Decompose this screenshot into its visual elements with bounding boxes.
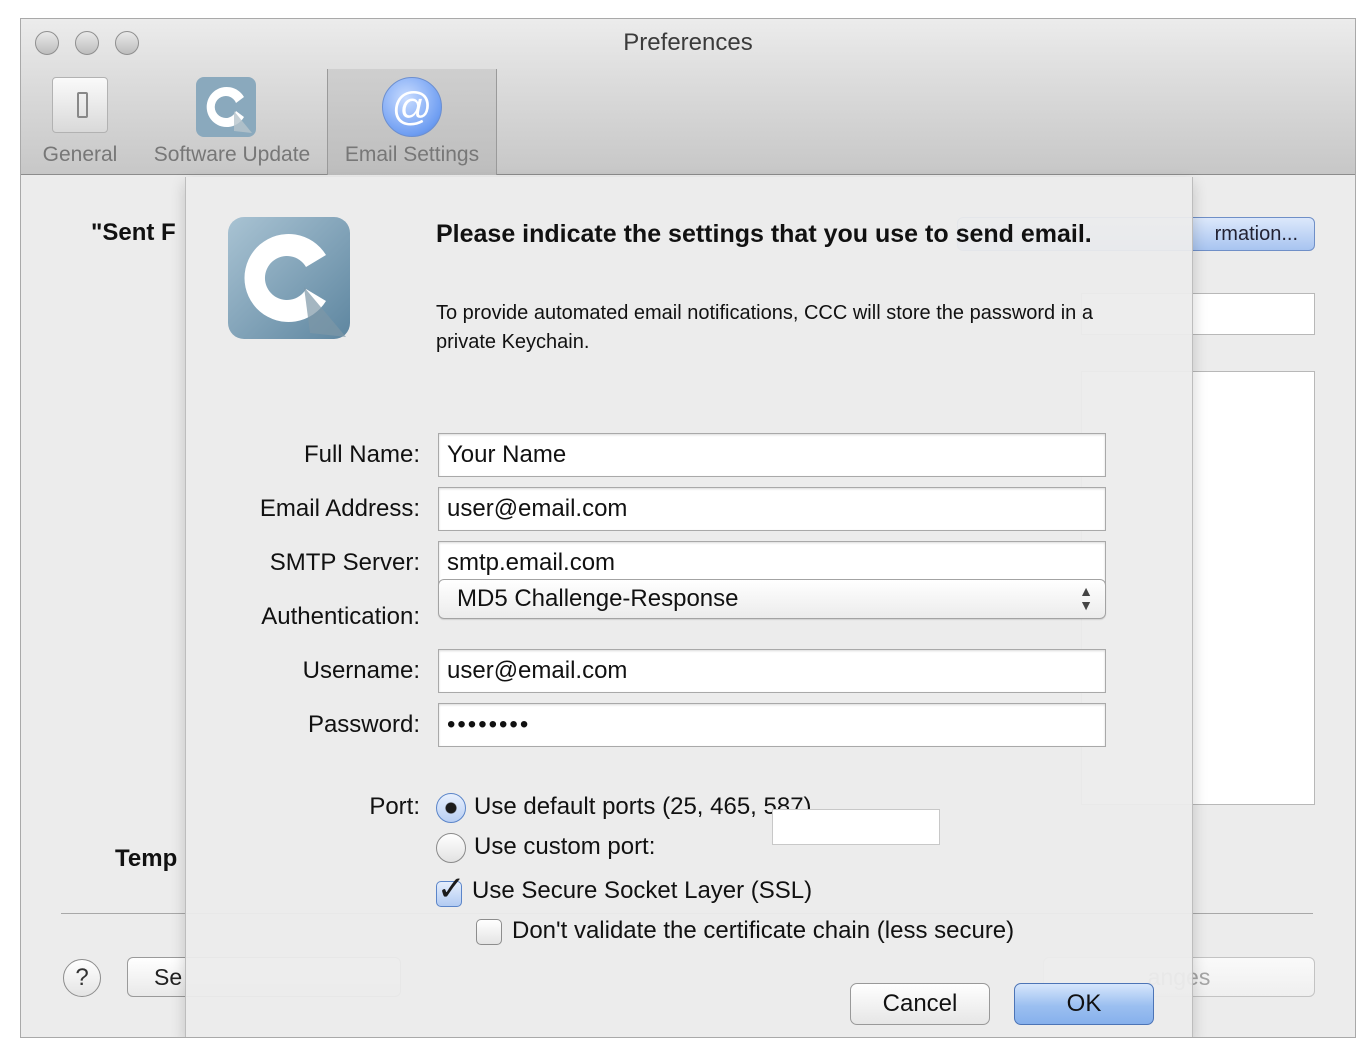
use-ssl-checkbox[interactable]: ✓ — [436, 872, 466, 907]
port-label: Port: — [369, 793, 420, 820]
password-label: Password: — [307, 711, 420, 738]
toolbar-item-software-update[interactable]: Software Update — [139, 69, 325, 175]
window-title: Preferences — [623, 29, 753, 56]
custom-port-label: Use custom port: — [474, 833, 656, 860]
toolbar-item-label: Software Update — [153, 143, 311, 166]
sheet-heading: Please indicate the settings that you us… — [436, 220, 1092, 248]
carbon-copy-cloner-icon — [228, 217, 350, 339]
cancel-button[interactable]: Cancel — [850, 983, 990, 1025]
ok-button[interactable]: OK — [1014, 983, 1154, 1025]
password-field[interactable] — [438, 703, 1106, 747]
title-bar: Preferences General Software Update @ Em… — [21, 19, 1355, 175]
use-ssl-label: Use Secure Socket Layer (SSL) — [472, 877, 813, 904]
sent-from-label: "Sent F — [91, 219, 176, 246]
no-validate-certificate-checkbox[interactable] — [476, 919, 502, 945]
preferences-window: Preferences General Software Update @ Em… — [20, 18, 1356, 1038]
full-name-field[interactable] — [438, 433, 1106, 477]
email-address-label: Email Address: — [259, 495, 420, 522]
switch-icon — [52, 77, 108, 133]
at-sign-icon: @ — [382, 77, 442, 137]
default-ports-label: Use default ports (25, 465, 587) — [474, 793, 812, 820]
toolbar-item-email-settings[interactable]: @ Email Settings — [327, 69, 497, 175]
template-values-label: Temp — [115, 845, 178, 872]
help-button[interactable]: ? — [63, 959, 101, 997]
no-validate-certificate-label: Don't validate the certificate chain (le… — [512, 917, 1015, 944]
authentication-value: MD5 Challenge-Response — [457, 585, 739, 612]
authentication-select[interactable]: MD5 Challenge-Response ▲ ▼ — [438, 579, 1106, 619]
username-label: Username: — [302, 657, 420, 684]
email-settings-sheet: Please indicate the settings that you us… — [185, 177, 1193, 1037]
toolbar-item-label: Email Settings — [344, 143, 480, 166]
full-name-label: Full Name: — [303, 441, 420, 468]
custom-port-radio[interactable] — [436, 833, 466, 863]
checkmark-icon: ✓ — [437, 870, 466, 908]
authentication-label: Authentication: — [261, 603, 420, 630]
username-field[interactable] — [438, 649, 1106, 693]
ccc-icon — [196, 77, 256, 137]
email-address-field[interactable] — [438, 487, 1106, 531]
default-ports-radio[interactable] — [436, 793, 466, 823]
sheet-subtitle: To provide automated email notifications… — [436, 302, 1093, 353]
smtp-server-label: SMTP Server: — [269, 549, 420, 576]
custom-port-field[interactable] — [772, 809, 940, 845]
toolbar-item-general[interactable]: General — [21, 69, 139, 175]
up-down-arrows-icon: ▲ ▼ — [1079, 583, 1093, 613]
toolbar-item-label: General — [42, 143, 118, 166]
